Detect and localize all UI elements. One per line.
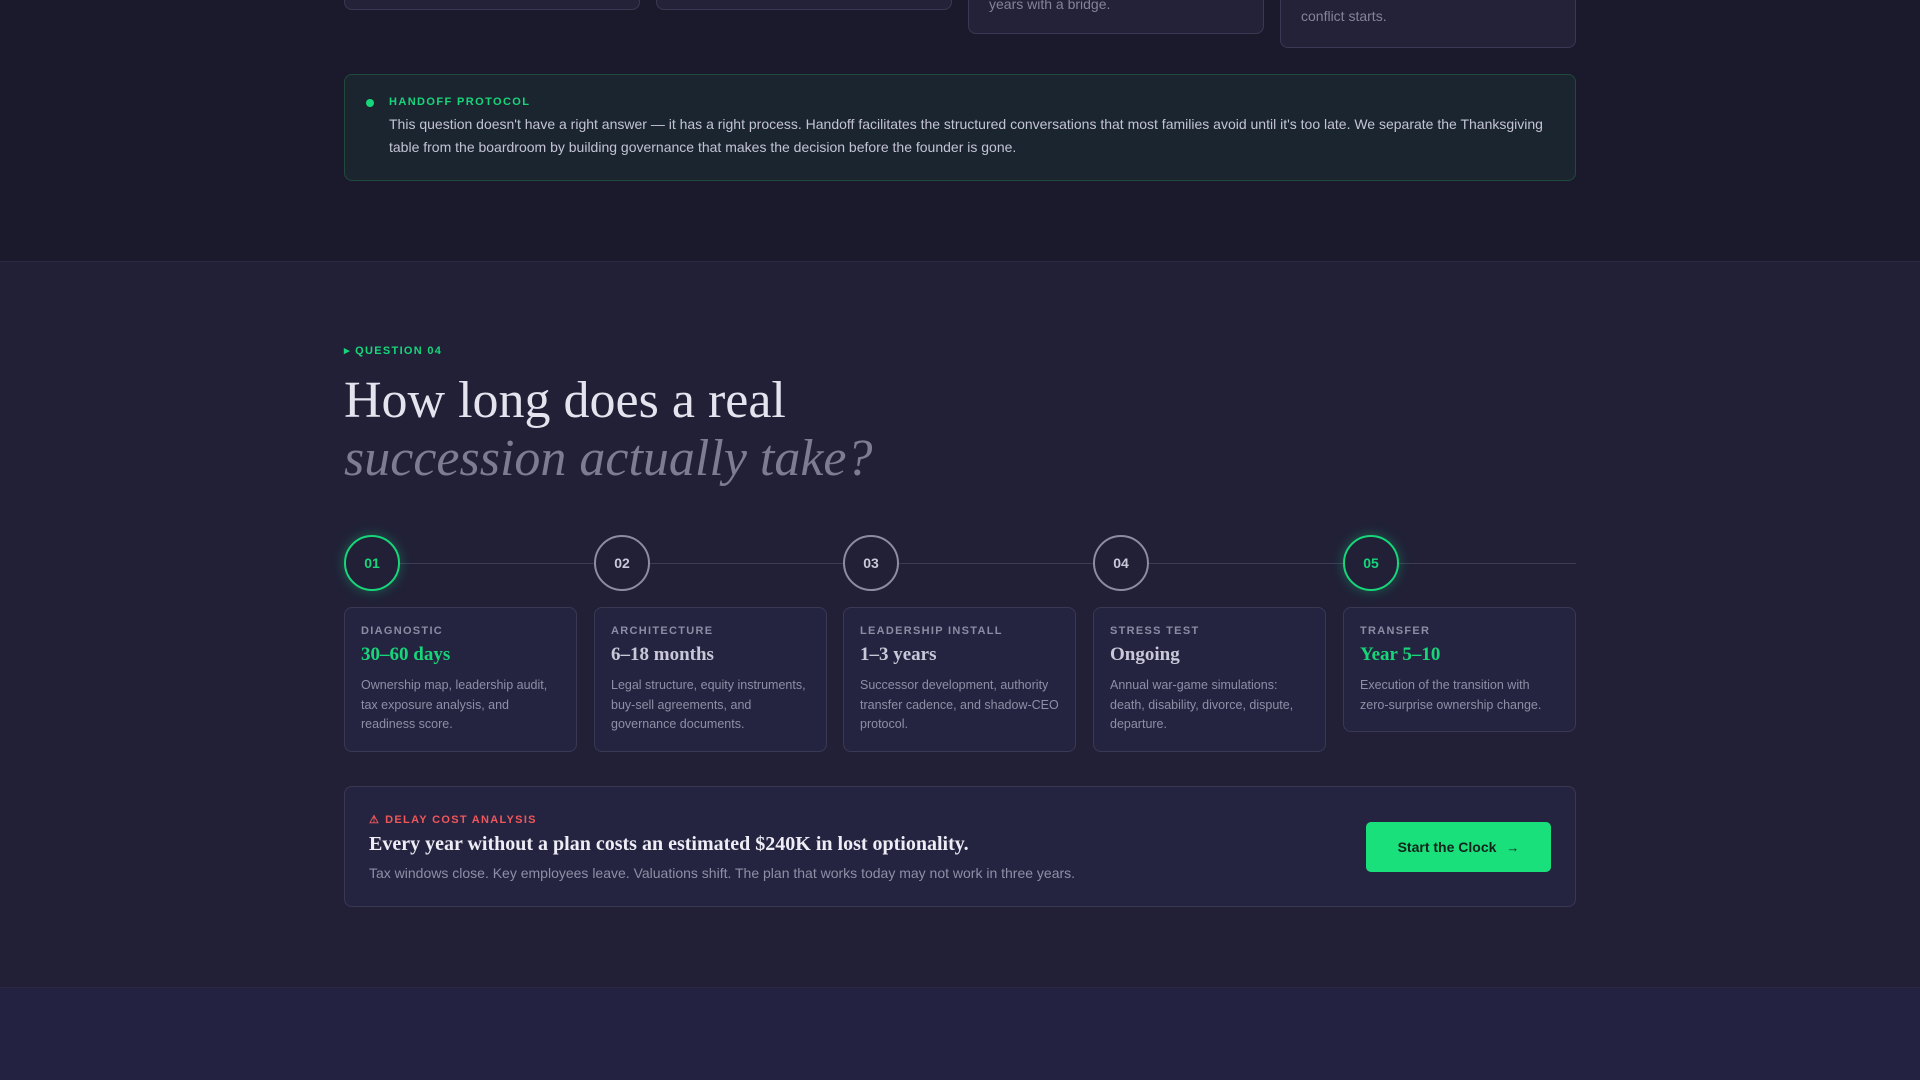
question-section: ▸ QUESTION 04 How long does a real succe…	[0, 261, 1920, 987]
previous-card-4: conflict starts.	[1280, 0, 1576, 48]
cta-label: Start the Clock	[1397, 839, 1497, 855]
step-label: ARCHITECTURE	[611, 625, 714, 637]
previous-section: years with a bridge. conflict starts. HA…	[0, 0, 1920, 261]
step-description: Legal structure, equity instruments, buy…	[611, 678, 806, 731]
question-title-line2: succession actually take?	[344, 430, 873, 487]
step-duration: 30–60 days	[361, 644, 451, 665]
delay-subtext: Tax windows close. Key employees leave. …	[369, 865, 1076, 881]
previous-card-1	[344, 0, 640, 10]
previous-card-3: years with a bridge.	[968, 0, 1264, 34]
step-duration: 6–18 months	[611, 644, 714, 665]
step-card: STRESS TEST Ongoing Annual war-game simu…	[1093, 607, 1326, 752]
step-description: Successor development, authority transfe…	[860, 678, 1059, 731]
question-title: How long does a real succession actually…	[344, 372, 873, 488]
start-the-clock-button[interactable]: Start the Clock →	[1366, 822, 1551, 872]
previous-card-3-text: years with a bridge.	[989, 0, 1111, 12]
step-label: DIAGNOSTIC	[361, 625, 444, 637]
step-label: STRESS TEST	[1110, 625, 1200, 637]
step-card: TRANSFER Year 5–10 Execution of the tran…	[1343, 607, 1576, 732]
step-description: Execution of the transition with zero-su…	[1360, 678, 1542, 712]
step-number-circle: 02	[594, 535, 650, 591]
question-eyebrow: ▸ QUESTION 04	[344, 345, 443, 357]
step-label: TRANSFER	[1360, 625, 1431, 637]
delay-eyebrow: ⚠ DELAY COST ANALYSIS	[369, 813, 537, 826]
step-duration: Ongoing	[1110, 644, 1180, 665]
previous-card-2	[656, 0, 952, 10]
previous-card-4-text: conflict starts.	[1301, 8, 1387, 24]
next-section	[0, 987, 1920, 1080]
step-description: Annual war-game simulations: death, disa…	[1110, 678, 1294, 731]
step-duration: Year 5–10	[1360, 644, 1441, 665]
step-card: LEADERSHIP INSTALL 1–3 years Successor d…	[843, 607, 1076, 752]
page: years with a bridge. conflict starts. HA…	[0, 0, 1920, 1080]
delay-eyebrow-label: DELAY COST ANALYSIS	[385, 814, 537, 826]
step-number-circle: 04	[1093, 535, 1149, 591]
arrow-right-icon: →	[1506, 839, 1520, 855]
step-number-circle: 03	[843, 535, 899, 591]
step-card: ARCHITECTURE 6–18 months Legal structure…	[594, 607, 827, 752]
status-dot-icon	[366, 99, 374, 107]
step-duration: 1–3 years	[860, 644, 937, 665]
handoff-protocol-callout: HANDOFF PROTOCOL This question doesn't h…	[344, 74, 1576, 181]
delay-headline: Every year without a plan costs an estim…	[369, 833, 969, 855]
step-label: LEADERSHIP INSTALL	[860, 625, 1003, 637]
question-title-line1: How long does a real	[344, 372, 786, 429]
warning-icon: ⚠	[369, 814, 381, 826]
protocol-eyebrow: HANDOFF PROTOCOL	[389, 96, 531, 108]
step-number-circle: 05	[1343, 535, 1399, 591]
succession-timeline: 01 DIAGNOSTIC 30–60 days Ownership map, …	[344, 535, 1576, 775]
step-number-circle: 01	[344, 535, 400, 591]
protocol-text: This question doesn't have a right answe…	[389, 116, 1543, 155]
step-card: DIAGNOSTIC 30–60 days Ownership map, lea…	[344, 607, 577, 752]
step-description: Ownership map, leadership audit, tax exp…	[361, 678, 548, 731]
delay-cost-callout: ⚠ DELAY COST ANALYSIS Every year without …	[344, 786, 1576, 907]
